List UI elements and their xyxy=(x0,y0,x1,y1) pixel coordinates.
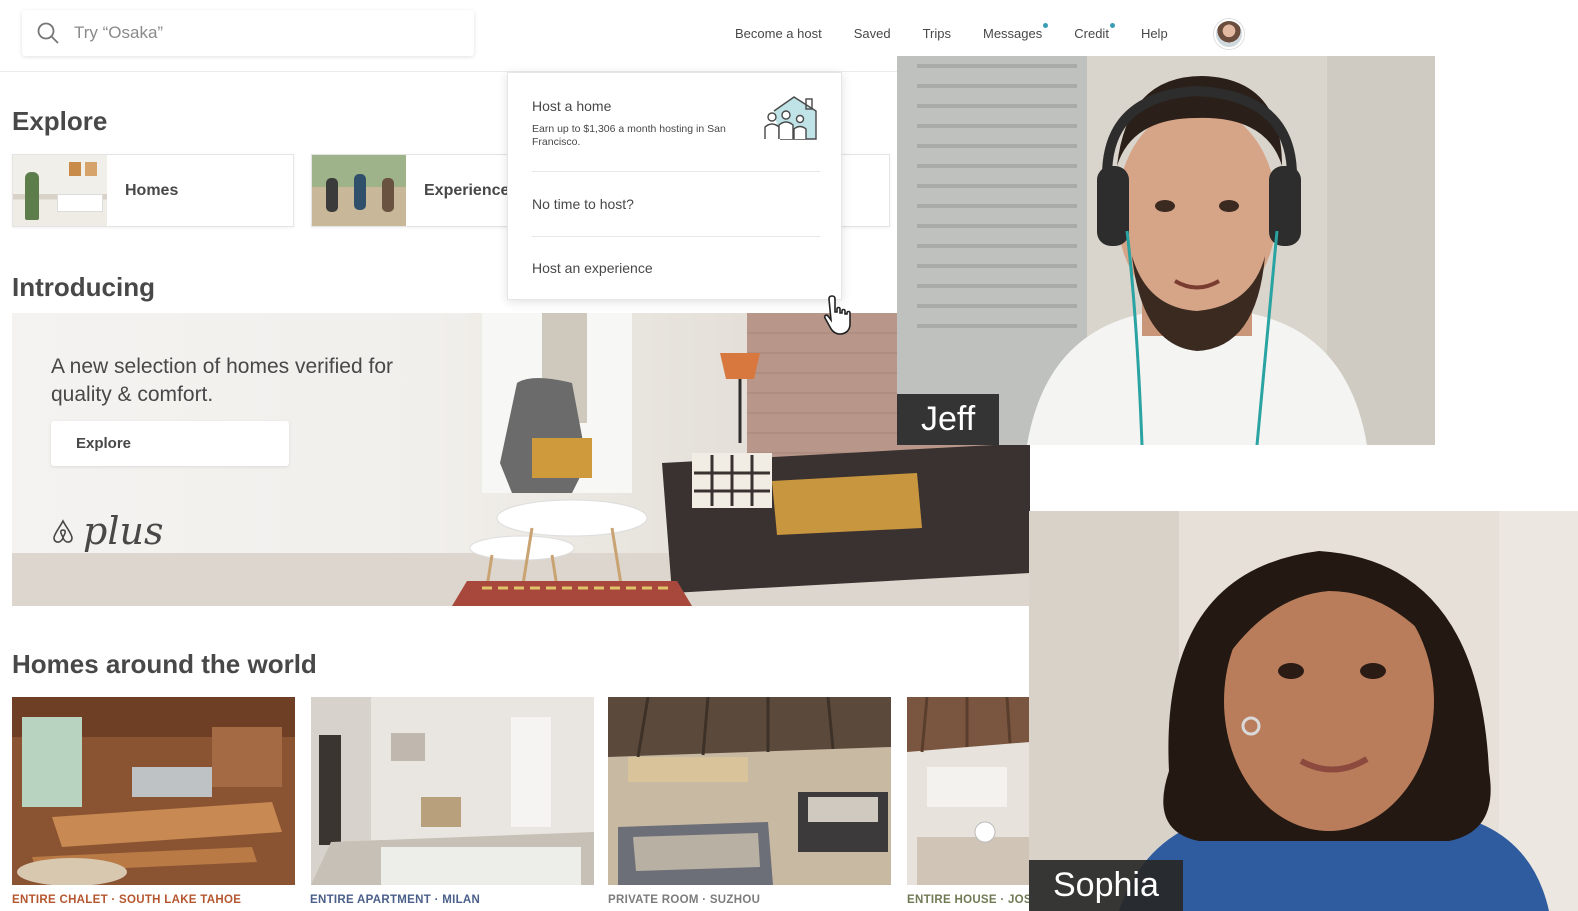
nav-become-a-host[interactable]: Become a host xyxy=(735,26,822,41)
card-label: Homes xyxy=(125,181,179,199)
explore-card-homes[interactable]: Homes xyxy=(12,154,294,227)
nav-label: Help xyxy=(1140,26,1168,41)
home-caption[interactable]: ENTIRE APARTMENT · MILAN xyxy=(310,894,480,906)
video-tile-sophia: Sophia xyxy=(1029,511,1578,911)
chalet-photo xyxy=(12,697,295,885)
home-card-private-room[interactable] xyxy=(608,697,891,885)
hero-tagline: A new selection of homes verified for qu… xyxy=(51,355,394,406)
dropdown-host-home-title[interactable]: Host a home xyxy=(532,98,611,114)
hand-pointer-cursor-icon xyxy=(823,294,855,341)
explore-heading: Explore xyxy=(12,106,108,136)
apartment-photo xyxy=(311,697,594,885)
experiences-thumbnail xyxy=(312,155,406,226)
card-label: Experience xyxy=(424,181,510,199)
nav-label: Credit xyxy=(1074,26,1109,41)
introducing-heading: Introducing xyxy=(12,272,155,302)
home-caption[interactable]: ENTIRE CHALET · SOUTH LAKE TAHOE xyxy=(12,894,241,906)
homes-thumbnail xyxy=(13,155,107,226)
airbnb-logo-icon xyxy=(51,509,75,553)
sophia-video-feed xyxy=(1029,511,1578,911)
house-family-icon xyxy=(760,95,820,148)
dropdown-divider xyxy=(532,236,820,237)
dropdown-host-home-subtitle: Earn up to $1,306 a month hosting in San… xyxy=(532,123,726,148)
user-avatar[interactable] xyxy=(1214,19,1244,49)
video-tile-jeff: Jeff xyxy=(897,56,1435,445)
hero-explore-button[interactable]: Explore xyxy=(51,421,289,466)
home-card-house[interactable] xyxy=(907,697,1030,885)
private-room-photo xyxy=(608,697,891,885)
nav-messages[interactable]: Messages xyxy=(983,23,1049,41)
house-photo xyxy=(907,697,1030,885)
nav-saved[interactable]: Saved xyxy=(854,26,891,41)
jeff-video-feed xyxy=(897,56,1435,445)
search-input[interactable] xyxy=(74,23,454,43)
nav-label: Saved xyxy=(853,26,891,41)
home-caption[interactable]: PRIVATE ROOM · SUZHOU xyxy=(608,894,760,906)
homes-heading: Homes around the world xyxy=(12,649,317,679)
plus-hero-banner: A new selection of homes verified for qu… xyxy=(12,313,1030,606)
search-icon xyxy=(22,21,74,45)
become-a-host-dropdown: Host a home Earn up to $1,306 a month ho… xyxy=(507,72,842,300)
participant-name-tag: Sophia xyxy=(1029,860,1183,911)
nav-trips[interactable]: Trips xyxy=(923,26,951,41)
home-card-apartment[interactable] xyxy=(311,697,594,885)
nav-label: Trips xyxy=(922,26,951,41)
participant-name-tag: Jeff xyxy=(897,394,1000,445)
dropdown-host-an-experience[interactable]: Host an experience xyxy=(532,260,653,276)
dropdown-divider xyxy=(532,171,820,172)
plus-wordmark: plus xyxy=(83,509,164,553)
nav-help[interactable]: Help xyxy=(1141,26,1168,41)
home-card-chalet[interactable] xyxy=(12,697,295,885)
nav-label: Become a host xyxy=(735,26,822,41)
video-gap xyxy=(1188,446,1578,511)
nav-label: Messages xyxy=(983,26,1043,41)
plus-logo: plus xyxy=(51,509,163,553)
nav-credit[interactable]: Credit xyxy=(1074,23,1115,41)
notification-dot xyxy=(1109,23,1115,28)
main-nav: Become a host Saved Trips Messages Credi… xyxy=(735,23,1200,41)
search-box[interactable] xyxy=(22,10,474,56)
dropdown-no-time-to-host[interactable]: No time to host? xyxy=(532,196,634,212)
notification-dot xyxy=(1043,23,1049,28)
